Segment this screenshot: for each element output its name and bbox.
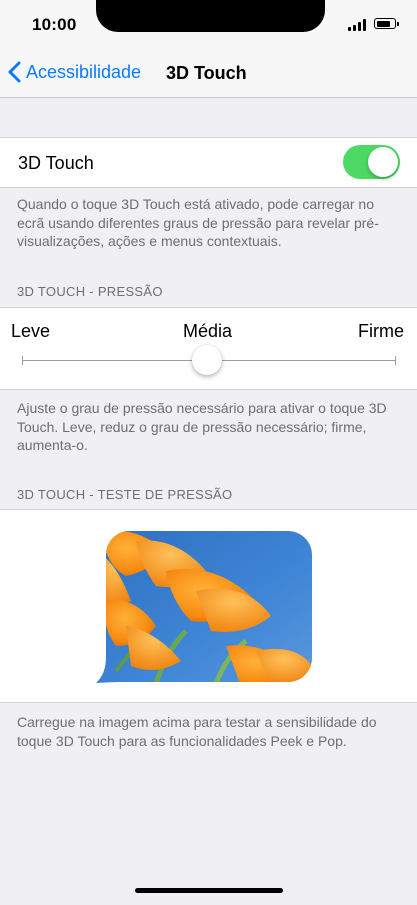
slider-label-mid: Média bbox=[183, 321, 233, 341]
toggle-row: 3D Touch bbox=[0, 137, 417, 188]
3d-touch-toggle[interactable] bbox=[343, 145, 400, 179]
slider-label-low: Leve bbox=[11, 321, 51, 341]
pressure-slider-thumb[interactable] bbox=[192, 345, 222, 375]
battery-icon bbox=[374, 18, 399, 29]
pressure-description: Ajuste o grau de pressão necessário para… bbox=[17, 400, 387, 453]
toggle-description: Quando o toque 3D Touch está ativado, po… bbox=[17, 196, 379, 249]
test-description: Carregue na imagem acima para testar a s… bbox=[17, 714, 377, 749]
slider-tick-high bbox=[395, 356, 396, 365]
back-button[interactable]: Acessibilidade bbox=[8, 61, 141, 83]
navigation-bar: Acessibilidade 3D Touch bbox=[0, 48, 417, 98]
pressure-test-cell bbox=[0, 509, 417, 703]
flower-photo-bubble[interactable] bbox=[96, 531, 312, 684]
pressure-section-header: 3D TOUCH - PRESSÃO bbox=[17, 284, 163, 299]
status-bar: 10:00 bbox=[0, 0, 417, 48]
slider-label-high: Firme bbox=[358, 321, 404, 341]
test-section-header: 3D TOUCH - TESTE DE PRESSÃO bbox=[17, 487, 233, 502]
home-indicator[interactable] bbox=[135, 888, 283, 893]
page-title: 3D Touch bbox=[166, 63, 247, 83]
slider-tick-low bbox=[22, 356, 23, 365]
toggle-label: 3D Touch bbox=[18, 153, 94, 173]
back-label: Acessibilidade bbox=[26, 61, 142, 82]
signal-icon bbox=[348, 19, 367, 31]
status-time: 10:00 bbox=[32, 15, 77, 34]
toggle-knob bbox=[368, 147, 398, 177]
battery-level bbox=[376, 20, 391, 27]
notch bbox=[96, 0, 325, 32]
pressure-slider-cell: Leve Média Firme bbox=[0, 307, 417, 390]
chevron-left-icon bbox=[8, 61, 21, 83]
